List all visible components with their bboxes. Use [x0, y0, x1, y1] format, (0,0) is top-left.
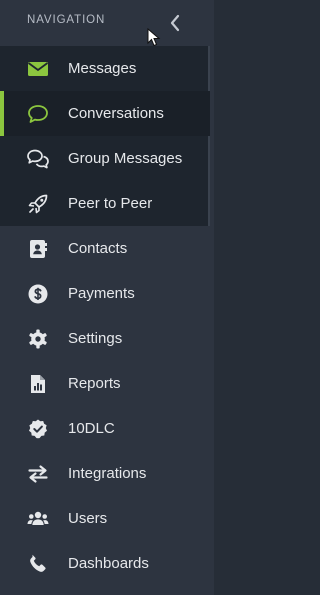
- arrows-swap-icon: [28, 465, 48, 483]
- nav-item-label: Messages: [68, 60, 137, 77]
- chevron-left-icon: [170, 14, 180, 32]
- nav-item-label: Conversations: [68, 105, 164, 122]
- active-indicator: [0, 91, 4, 136]
- sidebar: NAVIGATION Messages Conversations Group …: [0, 0, 214, 595]
- nav-item-label: Users: [68, 510, 108, 527]
- nav-item-reports[interactable]: Reports: [0, 361, 210, 406]
- nav-item-peer-to-peer[interactable]: Peer to Peer: [0, 181, 210, 226]
- phone-icon: [30, 554, 46, 572]
- nav-item-group-messages[interactable]: Group Messages: [0, 136, 210, 181]
- nav-item-label: Peer to Peer: [68, 195, 153, 212]
- nav-item-dashboards[interactable]: Dashboards: [0, 541, 210, 586]
- nav-item-conversations[interactable]: Conversations: [0, 91, 210, 136]
- nav-item-10dlc[interactable]: 10DLC: [0, 406, 210, 451]
- nav-item-label: Settings: [68, 330, 123, 347]
- collapse-button[interactable]: [166, 12, 184, 34]
- speech-bubble-icon: [28, 105, 48, 123]
- gear-icon: [29, 329, 47, 349]
- report-chart-icon: [31, 375, 45, 393]
- nav-item-label: 10DLC: [68, 420, 115, 437]
- rocket-icon: [28, 194, 48, 214]
- nav-item-label: Payments: [68, 285, 135, 302]
- users-icon: [27, 511, 49, 525]
- mouse-cursor-icon: [147, 28, 161, 47]
- nav-item-label: Contacts: [68, 240, 128, 257]
- nav-item-users[interactable]: Users: [0, 496, 210, 541]
- nav-item-label: Integrations: [68, 465, 147, 482]
- badge-check-icon: [29, 419, 47, 439]
- nav-title: NAVIGATION: [27, 14, 106, 26]
- nav-item-label: Dashboards: [68, 555, 149, 572]
- dollar-circle-icon: [28, 284, 48, 304]
- envelope-icon: [27, 62, 49, 76]
- nav-item-contacts[interactable]: Contacts: [0, 226, 210, 271]
- nav-item-payments[interactable]: Payments: [0, 271, 210, 316]
- nav-item-settings[interactable]: Settings: [0, 316, 210, 361]
- nav-item-label: Group Messages: [68, 150, 183, 167]
- address-book-icon: [30, 240, 47, 258]
- nav-item-integrations[interactable]: Integrations: [0, 451, 210, 496]
- chat-bubbles-icon: [27, 149, 49, 169]
- nav-item-messages[interactable]: Messages: [0, 46, 210, 91]
- nav-item-label: Reports: [68, 375, 121, 392]
- nav-header: NAVIGATION: [0, 0, 214, 47]
